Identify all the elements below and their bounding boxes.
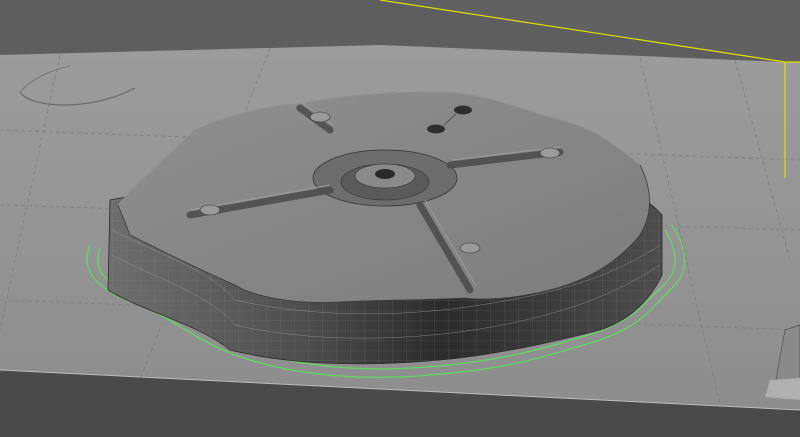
bolt-hole-1: [454, 105, 472, 115]
scene-canvas[interactable]: [0, 0, 800, 437]
cam-3d-viewport[interactable]: [0, 0, 800, 437]
hub-bore: [375, 169, 395, 179]
bolt-hole-2: [427, 124, 445, 134]
